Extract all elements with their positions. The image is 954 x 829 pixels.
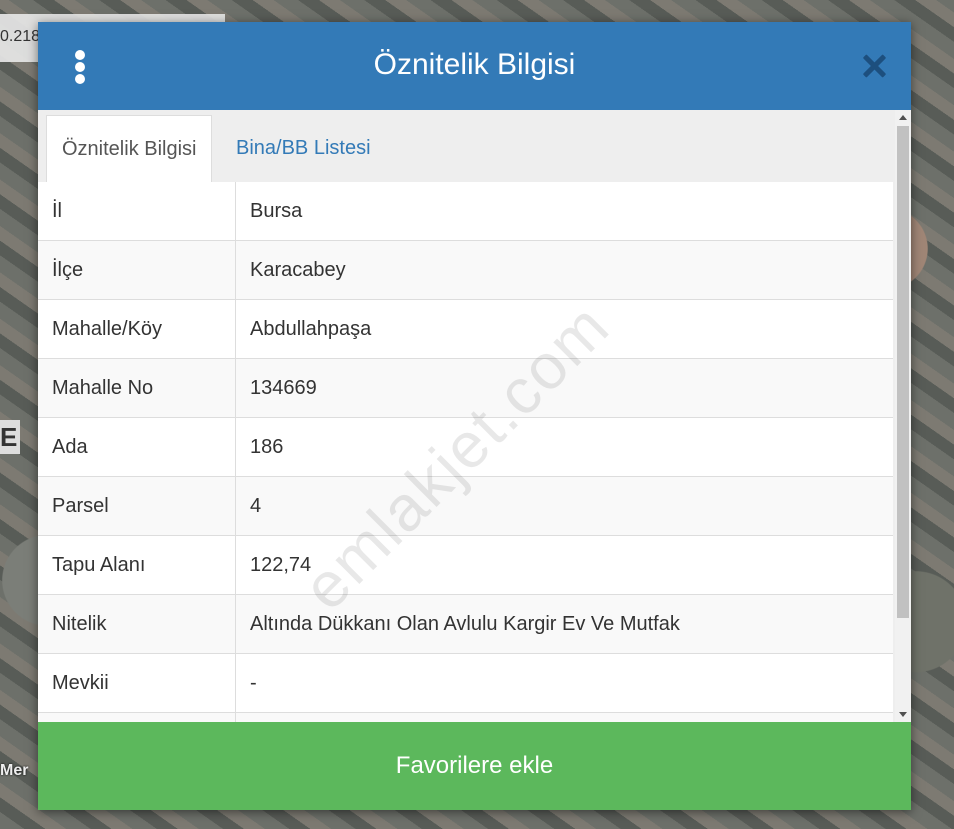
table-row: İlçe Karacabey — [38, 240, 893, 300]
attribute-info-dialog: Öznitelik Bilgisi Öznitelik Bilgisi Bina… — [38, 22, 911, 810]
dialog-title: Öznitelik Bilgisi — [373, 48, 576, 81]
table-row: Ada 186 — [38, 417, 893, 477]
row-label: Ada — [38, 417, 236, 477]
row-label: İlçe — [38, 240, 236, 300]
table-row: Parsel 4 — [38, 476, 893, 536]
row-value: 4 — [235, 476, 893, 536]
attribute-table: İl Bursa İlçe Karacabey Mahalle/Köy Abdu… — [38, 182, 893, 722]
row-label: Mahalle No — [38, 358, 236, 418]
row-label: Parsel — [38, 476, 236, 536]
table-row: Mevkii - — [38, 653, 893, 713]
row-label — [38, 712, 236, 722]
close-icon[interactable] — [860, 52, 888, 80]
scrollbar-thumb[interactable] — [897, 126, 909, 618]
row-value: - — [235, 653, 893, 713]
dialog-header: Öznitelik Bilgisi — [38, 22, 911, 110]
table-row: Nitelik Altında Dükkanı Olan Avlulu Karg… — [38, 594, 893, 654]
table-row: Mahalle/Köy Abdullahpaşa — [38, 299, 893, 359]
scrollbar[interactable] — [895, 110, 911, 722]
row-value: Altında Dükkanı Olan Avlulu Kargir Ev Ve… — [235, 594, 893, 654]
row-value: 186 — [235, 417, 893, 477]
scroll-down-arrow-icon[interactable] — [899, 712, 907, 717]
row-label: Mahalle/Köy — [38, 299, 236, 359]
table-row — [38, 712, 893, 722]
table-row: Mahalle No 134669 — [38, 358, 893, 418]
table-row: Tapu Alanı 122,74 — [38, 535, 893, 595]
dialog-body: Öznitelik Bilgisi Bina/BB Listesi İl Bur… — [38, 110, 911, 722]
row-value: Karacabey — [235, 240, 893, 300]
map-coordinate-text: 0.218 — [0, 28, 41, 45]
tab-bar: Öznitelik Bilgisi Bina/BB Listesi — [38, 110, 893, 183]
row-label: Tapu Alanı — [38, 535, 236, 595]
tab-building-list[interactable]: Bina/BB Listesi — [221, 115, 386, 181]
row-value: Abdullahpaşa — [235, 299, 893, 359]
tab-attribute-info[interactable]: Öznitelik Bilgisi — [46, 115, 213, 183]
row-label: Mevkii — [38, 653, 236, 713]
row-value: 134669 — [235, 358, 893, 418]
row-label: Nitelik — [38, 594, 236, 654]
scroll-up-arrow-icon[interactable] — [899, 115, 907, 120]
row-value: Bursa — [235, 182, 893, 241]
map-side-letter: E — [0, 420, 20, 454]
attribute-table-container[interactable]: İl Bursa İlçe Karacabey Mahalle/Köy Abdu… — [38, 182, 893, 722]
table-row: İl Bursa — [38, 182, 893, 241]
row-value — [235, 712, 893, 722]
add-to-favorites-button[interactable]: Favorilere ekle — [38, 722, 911, 810]
row-value: 122,74 — [235, 535, 893, 595]
map-street-label: Mer — [0, 762, 29, 779]
row-label: İl — [38, 182, 236, 241]
